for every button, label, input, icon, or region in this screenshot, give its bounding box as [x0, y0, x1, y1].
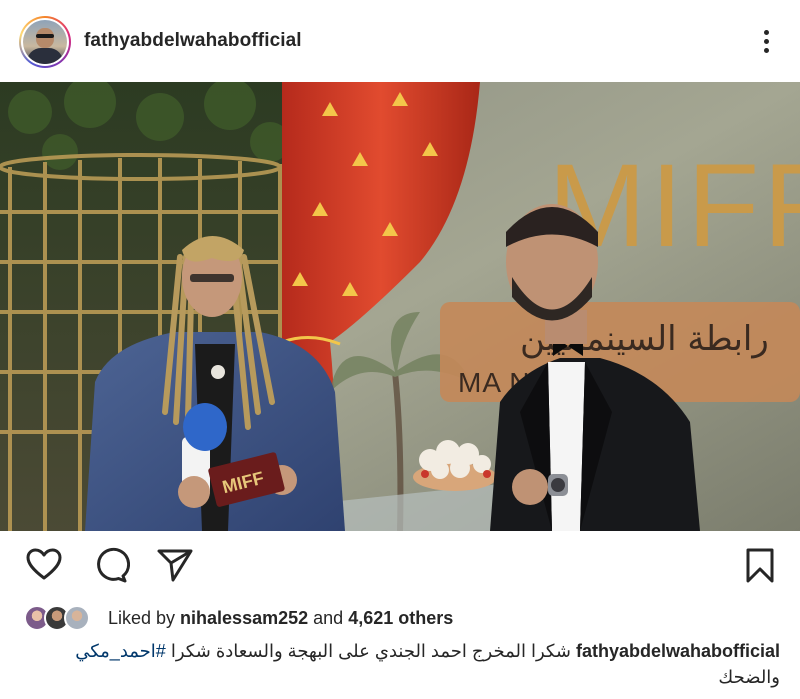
comment-icon[interactable]	[90, 545, 130, 585]
avatar-image	[23, 20, 67, 64]
avatar-glasses	[36, 34, 54, 38]
likes-count[interactable]: 4,621 others	[348, 608, 453, 628]
caption-text-main: شكرا المخرج احمد الجندي على البهجة والسع…	[215, 641, 571, 661]
caption-text-end: والضحك	[718, 667, 780, 687]
post-username[interactable]: fathyabdelwahabofficial	[84, 30, 302, 52]
liked-avatars[interactable]	[24, 605, 96, 633]
bookmark-icon[interactable]	[740, 545, 780, 585]
avatar-frame	[21, 18, 69, 66]
post-header: fathyabdelwahabofficial	[0, 0, 800, 82]
liker-avatar	[64, 605, 90, 631]
avatar-face	[36, 28, 54, 48]
profile-avatar[interactable]	[19, 16, 71, 68]
likes-text: Liked by nihalessam252 and 4,621 others	[108, 608, 453, 629]
heart-icon[interactable]	[24, 545, 64, 585]
caption-hashtag[interactable]: #احمد_مكي	[75, 641, 166, 661]
photo-scene: MIFF رابطة السينمائيين MA NATIONA	[0, 82, 800, 531]
more-vertical-icon[interactable]	[756, 24, 776, 58]
avatar-suit	[27, 48, 63, 64]
caption-username[interactable]: fathyabdelwahabofficial	[576, 641, 780, 661]
post-photo[interactable]: MIFF رابطة السينمائيين MA NATIONA	[0, 82, 800, 531]
likes-prefix: Liked by	[108, 608, 181, 628]
send-icon[interactable]	[155, 545, 195, 585]
post-actions	[0, 531, 800, 599]
post-caption: fathyabdelwahabofficial شكرا المخرج احمد…	[24, 638, 780, 690]
likes-user[interactable]: nihalessam252	[180, 608, 308, 628]
likes-middle: and	[308, 608, 349, 628]
caption-thanks: شكرا	[170, 641, 211, 661]
likes-row: Liked by nihalessam252 and 4,621 others	[24, 604, 784, 634]
